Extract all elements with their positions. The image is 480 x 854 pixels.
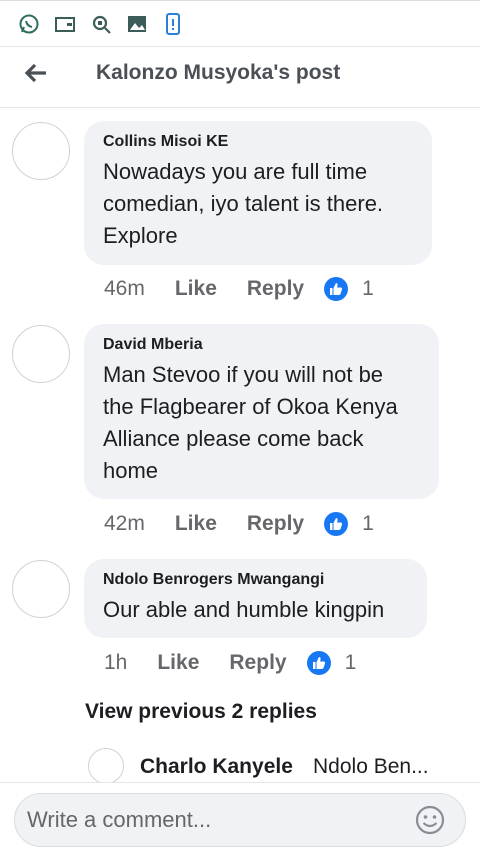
comment-bubble[interactable]: Collins Misoi KE Nowadays you are full t… (84, 121, 432, 265)
comment-line: Nowadays you are full time (103, 159, 368, 184)
status-bar (0, 0, 480, 46)
comment-text: Man Stevoo if you will not be the Flagbe… (103, 359, 419, 487)
comment-composer (0, 782, 480, 854)
comment-line: the Flagbearer of Okoa Kenya (103, 394, 398, 419)
comment-bubble[interactable]: Ndolo Benrogers Mwangangi Our able and h… (84, 559, 427, 638)
comment-actions: 42m Like Reply 1 (104, 512, 374, 536)
comment-time[interactable]: 42m (104, 512, 145, 536)
view-previous-replies-link[interactable]: View previous 2 replies (85, 700, 317, 724)
comment-author[interactable]: Ndolo Benrogers Mwangangi (103, 571, 407, 589)
comment-line: Our able and humble kingpin (103, 597, 385, 622)
thumbs-up-icon[interactable] (324, 277, 349, 301)
back-arrow-icon[interactable] (22, 59, 50, 87)
comment-author[interactable]: Collins Misoi KE (103, 133, 412, 151)
search-icon (90, 13, 112, 35)
reply-button[interactable]: Reply (229, 651, 286, 675)
reply-preview[interactable]: Charlo Kanyele Ndolo Ben... (88, 746, 480, 786)
image-icon (126, 13, 148, 35)
reply-snippet: Ndolo Ben... (313, 755, 429, 778)
thumbs-up-icon[interactable] (306, 651, 331, 675)
comment-line: Man Stevoo if you will not be (103, 362, 384, 387)
avatar[interactable] (12, 560, 70, 618)
comment-author[interactable]: David Mberia (103, 336, 419, 354)
emoji-icon[interactable] (414, 804, 446, 836)
comment-text: Our able and humble kingpin (103, 594, 407, 626)
reply-button[interactable]: Reply (247, 512, 304, 536)
comment-actions: 46m Like Reply 1 (104, 277, 374, 301)
like-button[interactable]: Like (175, 512, 217, 536)
page-title: Kalonzo Musyoka's post (96, 61, 341, 84)
avatar[interactable] (12, 325, 70, 383)
comment-line: Explore (103, 223, 178, 248)
comment-time[interactable]: 1h (104, 651, 127, 675)
reaction-count[interactable]: 1 (362, 277, 374, 301)
comment-time[interactable]: 46m (104, 277, 145, 301)
comment-line: comedian, iyo talent is there. (103, 191, 384, 216)
reply-button[interactable]: Reply (247, 277, 304, 301)
comment-line: home (103, 458, 159, 483)
like-button[interactable]: Like (175, 277, 217, 301)
comment-actions: 1h Like Reply 1 (104, 651, 356, 675)
reply-author[interactable]: Charlo Kanyele (140, 755, 293, 779)
like-button[interactable]: Like (157, 651, 199, 675)
wallet-icon (54, 13, 76, 35)
comment-input[interactable] (14, 793, 466, 847)
comment-text: Nowadays you are full time comedian, iyo… (103, 156, 412, 252)
reaction-count[interactable]: 1 (362, 512, 374, 536)
comment-bubble[interactable]: David Mberia Man Stevoo if you will not … (84, 324, 439, 499)
avatar[interactable] (88, 748, 124, 784)
reaction-count[interactable]: 1 (345, 651, 357, 675)
comment-line: Alliance please come back (103, 426, 364, 451)
thumbs-up-icon[interactable] (324, 512, 349, 536)
post-header: Kalonzo Musyoka's post (0, 46, 480, 108)
whatsapp-icon (18, 13, 40, 35)
avatar[interactable] (12, 122, 70, 180)
phone-icon (162, 12, 184, 35)
